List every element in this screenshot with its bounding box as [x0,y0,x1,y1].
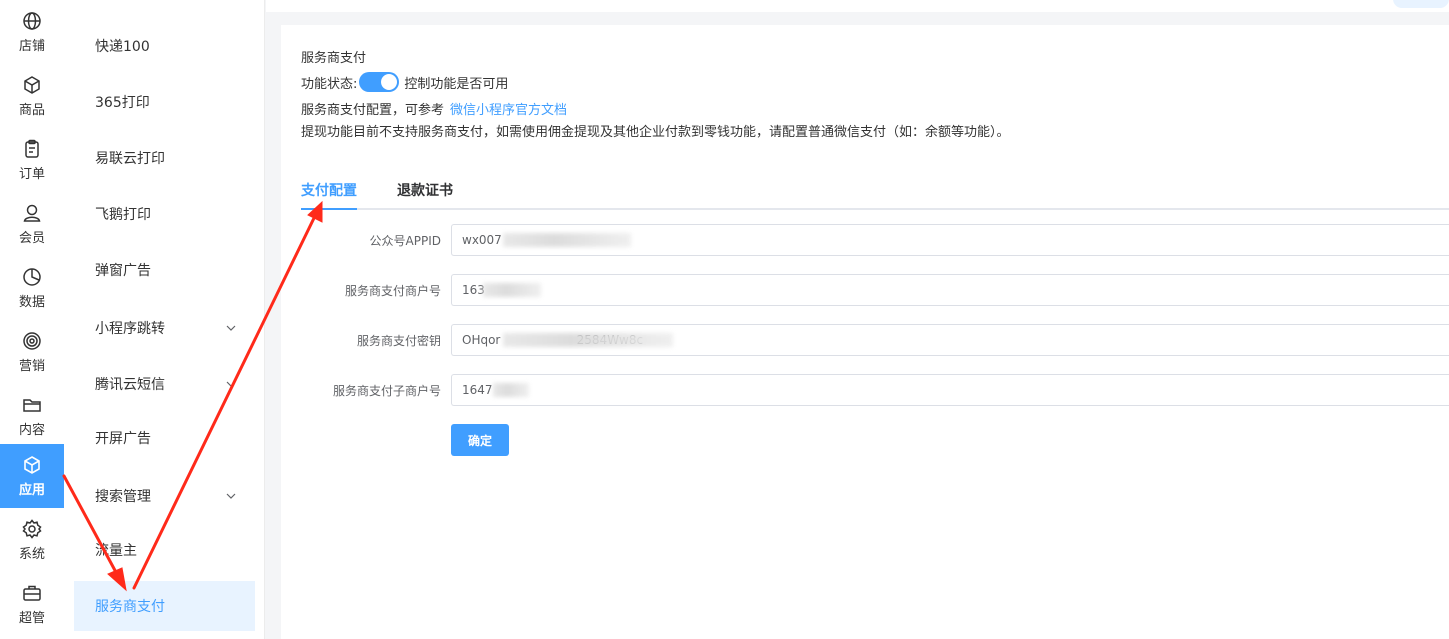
nav-label: 会员 [18,230,45,246]
status-description: 控制功能是否可用 [404,76,509,92]
submenu-label: 365打印 [95,95,150,111]
nav-members[interactable]: 会员 [0,192,64,256]
submenu-label: 飞鹅打印 [95,207,151,223]
tab-pay-config[interactable]: 支付配置 [301,180,357,200]
app-cube-icon [22,455,42,475]
nav-label: 超管 [18,610,45,626]
nav-goods[interactable]: 商品 [0,64,64,128]
nav-content[interactable]: 内容 [0,384,64,448]
submenu-item-search-manage[interactable]: 搜索管理 [74,471,255,521]
pie-chart-icon [22,267,42,287]
submenu-item-traffic-master[interactable]: 流量主 [74,525,255,575]
top-tab-strip [266,0,1449,12]
nav-label: 内容 [18,422,45,438]
reference-row: 服务商支付配置，可参考 微信小程序官方文档 [301,99,567,118]
reference-text: 服务商支付配置，可参考 [301,103,445,118]
nav-label: 系统 [18,546,45,562]
mchid-label: 服务商支付商户号 [344,284,441,298]
main-card: 服务商支付 功能状态: 控制功能是否可用 服务商支付配置，可参考 微信小程序官方文… [281,25,1449,639]
confirm-button[interactable]: 确定 [451,424,509,456]
nav-label: 营销 [18,358,45,374]
sub-mchid-label: 服务商支付子商户号 [332,384,441,398]
key-input[interactable] [451,324,1449,356]
cube-icon [22,75,42,95]
submenu-label: 流量主 [95,543,137,559]
status-toggle[interactable] [359,72,400,92]
nav-shop[interactable]: 店铺 [0,0,64,64]
tab-active-indicator [301,208,357,210]
nav-superadmin[interactable]: 超管 [0,572,64,636]
page-title: 服务商支付 [301,51,367,66]
submenu-item-kuaidi100[interactable]: 快递100 [74,21,255,71]
submenu-label: 服务商支付 [95,599,165,615]
top-tab-active-pill[interactable] [1393,0,1449,8]
chevron-down-icon [226,381,236,387]
form-row-mchid: 服务商支付商户号 [281,274,1449,306]
submenu-item-provider-pay[interactable]: 服务商支付 [74,581,255,631]
clipboard-icon [22,139,42,159]
status-row: 功能状态: 控制功能是否可用 [301,72,508,92]
key-label: 服务商支付密钥 [356,334,441,348]
globe-icon [22,11,42,31]
submenu-item-365print[interactable]: 365打印 [74,77,255,127]
sub-mchid-input[interactable] [451,374,1449,406]
submenu-label: 搜索管理 [95,489,151,505]
nav-system[interactable]: 系统 [0,508,64,572]
submenu-label: 腾讯云短信 [95,377,165,393]
main-nav-rail: 店铺 商品 订单 会员 数据 营销 内容 应用 系统 超管 [0,0,64,639]
chevron-down-icon [226,493,236,499]
submenu-item-tencent-sms[interactable]: 腾讯云短信 [74,359,255,409]
nav-orders[interactable]: 订单 [0,128,64,192]
submenu-label: 开屏广告 [95,431,151,447]
nav-apps[interactable]: 应用 [0,444,64,508]
config-tabs: 支付配置 退款证书 [301,175,1449,210]
folder-icon [22,395,42,415]
chevron-down-icon [226,325,236,331]
submenu-item-miniapp-jump[interactable]: 小程序跳转 [74,303,255,353]
nav-label: 商品 [18,102,45,118]
form-row-sub-mchid: 服务商支付子商户号 [281,374,1449,406]
submenu-label: 小程序跳转 [95,321,165,337]
user-icon [22,203,42,223]
appid-label: 公众号APPID [369,234,441,248]
nav-label: 店铺 [18,38,45,54]
nav-marketing[interactable]: 营销 [0,320,64,384]
briefcase-icon [22,583,42,603]
submenu-label: 弹窗广告 [95,263,151,279]
submenu-item-yilianyun[interactable]: 易联云打印 [74,133,255,183]
appid-input[interactable] [451,224,1449,256]
gear-icon [22,518,42,539]
submenu-item-feie[interactable]: 飞鹅打印 [74,189,255,239]
nav-label: 应用 [18,482,45,498]
nav-data[interactable]: 数据 [0,256,64,320]
form-row-appid: 公众号APPID [281,224,1449,256]
tab-refund-cert[interactable]: 退款证书 [397,180,453,200]
submenu-label: 易联云打印 [95,151,165,167]
nav-label: 订单 [18,166,45,182]
submenu-label: 快递100 [95,39,150,55]
docs-link[interactable]: 微信小程序官方文档 [450,103,567,118]
nav-label: 数据 [18,294,45,310]
withdraw-note: 提现功能目前不支持服务商支付，如需使用佣金提现及其他企业付款到零钱功能，请配置普… [301,125,1010,140]
app-submenu: 快递100 365打印 易联云打印 飞鹅打印 弹窗广告 小程序跳转 腾讯云短信 … [64,0,265,639]
mchid-input[interactable] [451,274,1449,306]
form-row-key: 服务商支付密钥 [281,324,1449,356]
status-label: 功能状态: [301,76,358,92]
submenu-item-popup-ad[interactable]: 弹窗广告 [74,245,255,295]
target-icon [22,331,42,351]
submenu-item-splash-ad[interactable]: 开屏广告 [74,413,255,463]
